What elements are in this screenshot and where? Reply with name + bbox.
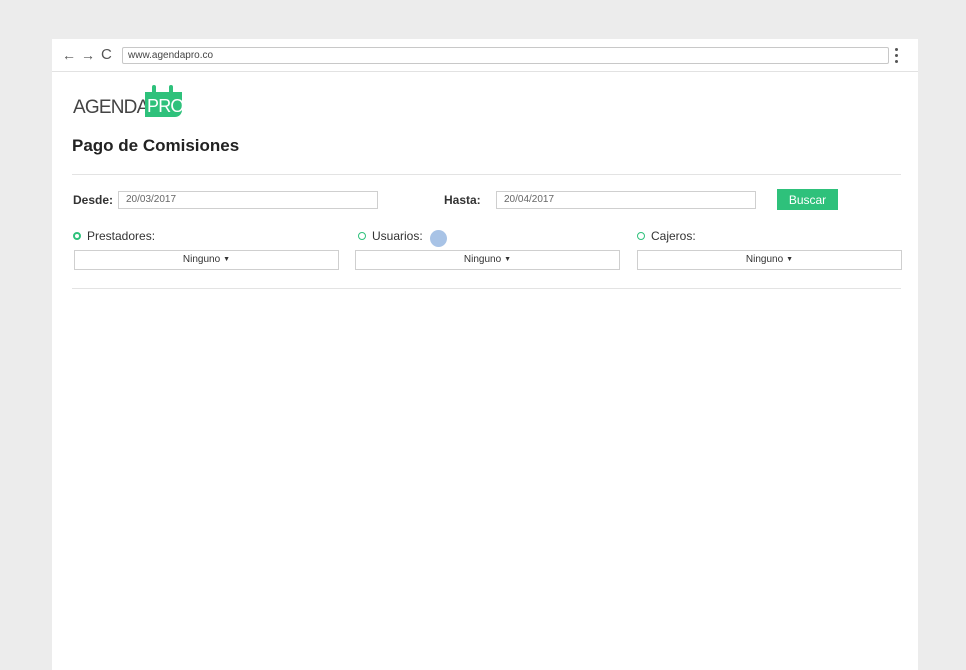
reload-icon[interactable]: C — [101, 46, 112, 64]
radio-label-usuarios: Usuarios: — [372, 229, 423, 243]
radio-prestadores[interactable]: Prestadores: — [73, 229, 193, 245]
hasta-label: Hasta: — [444, 193, 481, 207]
caret-down-icon: ▼ — [504, 256, 512, 263]
radio-label-prestadores: Prestadores: — [87, 229, 156, 243]
caret-down-icon: ▼ — [223, 256, 231, 263]
kebab-menu-icon[interactable] — [892, 47, 902, 64]
dropdown-value: Ninguno — [745, 254, 784, 265]
arrow-right-icon[interactable]: → — [81, 46, 95, 64]
logo-text-accent: PRO — [147, 96, 184, 116]
radio-label-cajeros: Cajeros: — [651, 229, 696, 243]
calendar-ring-icon — [152, 85, 156, 95]
radio-checked-icon[interactable] — [73, 232, 81, 240]
desde-date-input[interactable]: 20/03/2017 — [118, 191, 378, 209]
logo-accent-box: PRO — [145, 85, 184, 117]
caret-down-icon: ▼ — [786, 256, 794, 263]
radio-unchecked-icon[interactable] — [637, 232, 645, 240]
dropdown-value: Ninguno — [463, 254, 502, 265]
dropdown-value: Ninguno — [182, 254, 221, 265]
logo-text-main: AGENDA — [73, 97, 149, 118]
cajeros-dropdown[interactable]: Ninguno ▼ — [637, 250, 902, 270]
browser-window: ← → C www.agendapro.co AGENDA PRO Pago d… — [52, 39, 918, 670]
arrow-left-icon[interactable]: ← — [62, 46, 76, 64]
divider — [72, 174, 901, 175]
radio-cajeros[interactable]: Cajeros: — [637, 229, 717, 245]
divider — [72, 288, 901, 289]
agendapro-logo: AGENDA PRO — [73, 81, 203, 121]
radio-usuarios[interactable]: Usuarios: — [358, 229, 438, 245]
page-title: Pago de Comisiones — [72, 136, 240, 155]
desde-label: Desde: — [73, 193, 114, 207]
hasta-date-input[interactable]: 20/04/2017 — [496, 191, 756, 209]
browser-toolbar: ← → C www.agendapro.co — [52, 39, 918, 72]
cursor-indicator — [430, 230, 447, 247]
usuarios-dropdown[interactable]: Ninguno ▼ — [355, 250, 620, 270]
address-bar[interactable]: www.agendapro.co — [122, 47, 889, 64]
buscar-button[interactable]: Buscar — [777, 189, 838, 210]
prestadores-dropdown[interactable]: Ninguno ▼ — [74, 250, 339, 270]
radio-unchecked-icon[interactable] — [358, 232, 366, 240]
calendar-ring-icon — [169, 85, 173, 95]
